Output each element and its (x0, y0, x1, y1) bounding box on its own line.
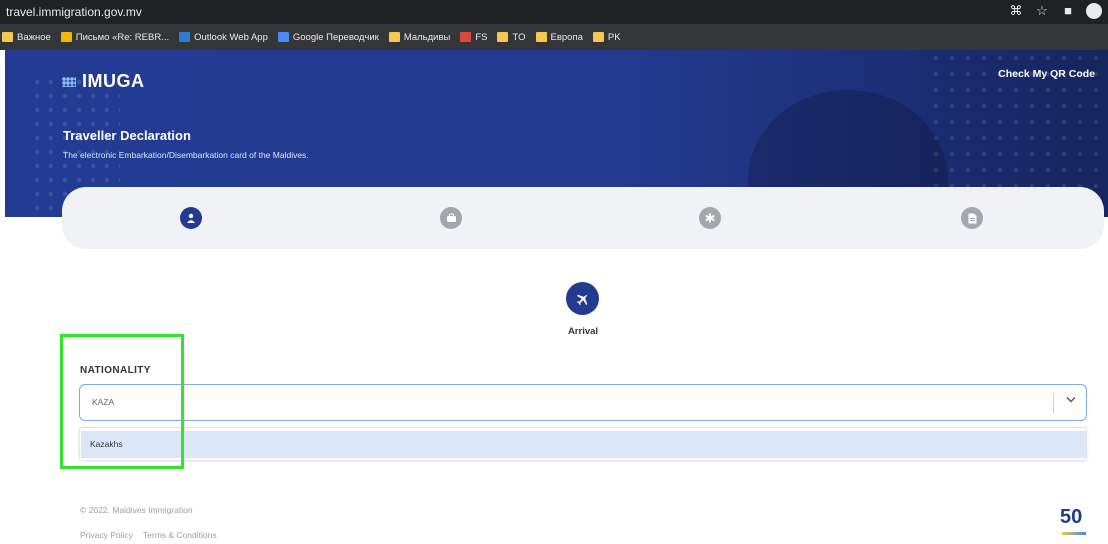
bookmark-item[interactable]: Европа (535, 31, 583, 43)
bookmark-item[interactable]: FS (460, 32, 487, 43)
logo-mark-icon (62, 76, 76, 87)
browser-actions: ⌘ ☆ ■ (1008, 3, 1102, 19)
step-user-icon[interactable] (180, 207, 202, 229)
bookmark-label: Важное (17, 31, 51, 43)
folder-icon (497, 32, 509, 42)
bookmarks-bar: Важное Письмо «Re: REBR... Outlook Web App… (0, 24, 1108, 50)
nationality-dropdown: Kazakhs (79, 427, 1087, 461)
anniversary-50-logo: 50 (1060, 506, 1090, 536)
folder-icon (535, 32, 547, 42)
step-health-icon[interactable] (699, 207, 721, 229)
select-separator (1053, 393, 1054, 413)
bookmark-item[interactable]: PK (592, 31, 621, 43)
bookmark-label: TO (512, 31, 526, 43)
star-icon[interactable]: ☆ (1034, 3, 1050, 19)
bookmark-item[interactable]: Важное (2, 32, 51, 43)
annotation-highlight-box (60, 334, 184, 469)
privacy-policy-link[interactable]: Privacy Policy (80, 530, 133, 540)
logo-text: IMUGA (82, 71, 145, 91)
plane-icon (566, 282, 599, 315)
folder-icon (592, 32, 604, 42)
step-luggage-icon[interactable] (440, 207, 462, 229)
browser-address-bar[interactable]: travel.immigration.gov.mv ⌘ ☆ ■ (0, 0, 1108, 24)
terms-link[interactable]: Terms & Conditions (143, 530, 217, 540)
bookmark-label: Мальдивы (403, 31, 451, 43)
folder-icon (388, 32, 400, 42)
page-subtitle: The electronic Embarkation/Disembarkatio… (63, 150, 309, 160)
translate-icon[interactable]: ⌘ (1008, 3, 1024, 19)
bookmark-label: Письмо «Re: REBR... (75, 31, 170, 43)
chevron-down-icon[interactable] (1066, 395, 1076, 406)
bookmark-item[interactable]: Мальдивы (388, 31, 451, 43)
bookmark-label: Google Переводчик (292, 31, 379, 43)
url-text[interactable]: travel.immigration.gov.mv (6, 5, 142, 19)
outlook-icon (179, 32, 191, 42)
page-title: Traveller Declaration (63, 128, 191, 143)
arrival-label: Arrival (567, 326, 599, 337)
footer-copyright: © 2022. Maldives Immigration (80, 505, 193, 515)
page: travel.immigration.gov.mv ⌘ ☆ ■ Важное Пи… (0, 0, 1108, 544)
step-document-icon[interactable] (961, 207, 983, 229)
imuga-logo[interactable]: IMUGA (62, 71, 145, 92)
dropdown-option[interactable]: Kazakhs (81, 431, 1086, 458)
bookmark-item[interactable]: Google Переводчик (277, 31, 379, 43)
fs-icon (460, 32, 472, 42)
progress-stepper (62, 187, 1104, 249)
bookmark-label: FS (475, 31, 488, 43)
gmail-icon (60, 32, 72, 42)
bookmark-item[interactable]: Письмо «Re: REBR... (60, 31, 170, 43)
nationality-select[interactable]: KAZA (79, 384, 1087, 421)
sidepanel-icon[interactable]: ■ (1060, 3, 1076, 19)
bookmark-label: Outlook Web App (194, 31, 268, 43)
bookmark-label: Европа (550, 31, 583, 43)
bookmark-label: PK (607, 31, 621, 43)
profile-avatar[interactable] (1086, 3, 1102, 19)
footer-links: Privacy Policy Terms & Conditions (80, 530, 217, 540)
bookmark-item[interactable]: TO (497, 31, 526, 43)
translate-icon (277, 32, 289, 42)
check-qr-link[interactable]: Check My QR Code (998, 68, 1095, 80)
folder-icon (2, 32, 13, 42)
bookmark-item[interactable]: Outlook Web App (179, 32, 268, 43)
